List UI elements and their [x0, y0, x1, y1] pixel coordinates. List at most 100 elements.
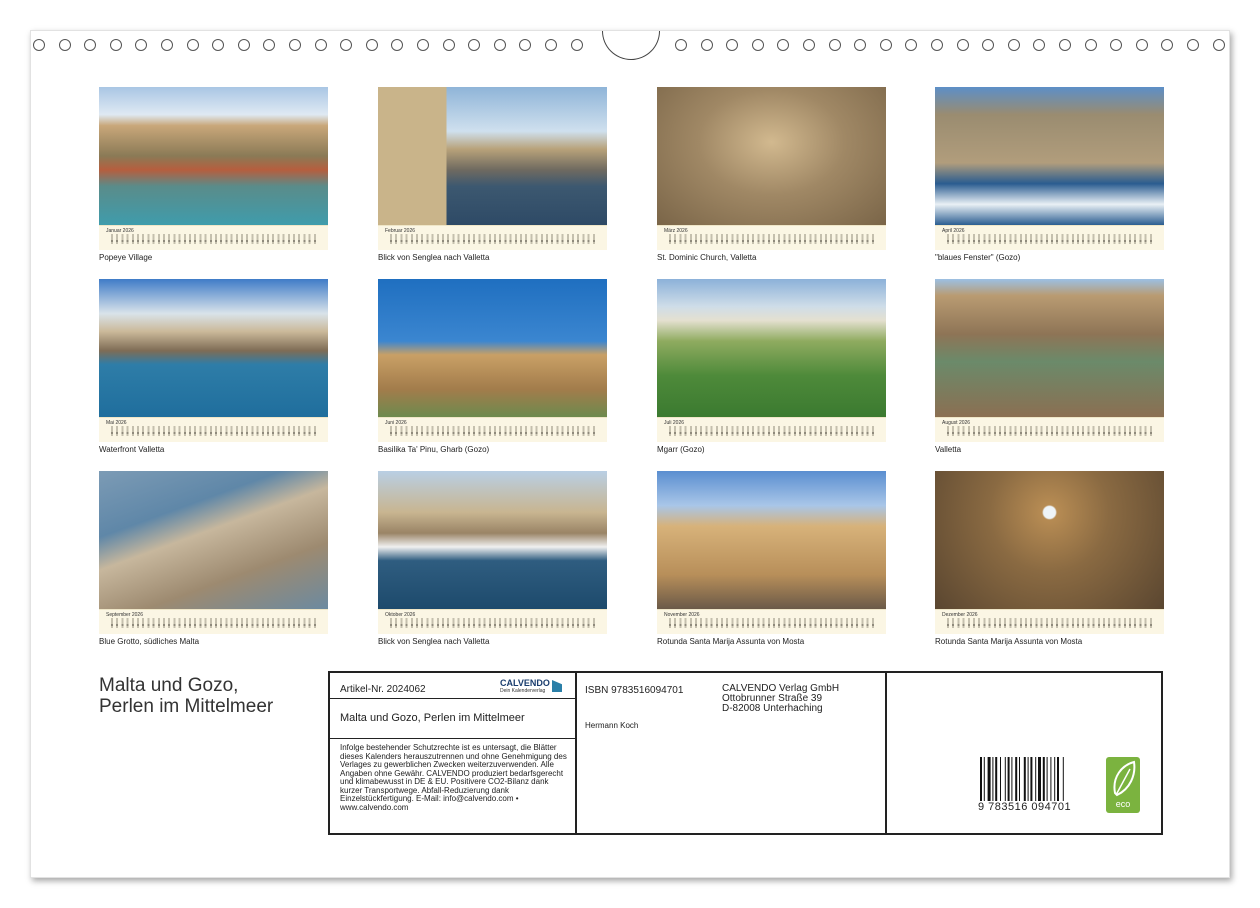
month-card: April 2026 "blaues Fenster" (Gozo) [935, 87, 1164, 262]
photo-caption: Blue Grotto, südliches Malta [99, 637, 200, 646]
weekday-row [669, 234, 876, 244]
binding-hole [58, 39, 71, 51]
binding-hole [1084, 39, 1097, 51]
barcode-bar [1050, 757, 1052, 801]
weekday-row [390, 618, 597, 628]
binding-hole [1110, 39, 1123, 51]
calendar-strip: November 2026 [657, 609, 886, 634]
binding-hole [777, 39, 790, 51]
photo-caption: Popeye Village [99, 253, 153, 262]
calendar-strip: Dezember 2026 [935, 609, 1164, 634]
binding-hole [700, 39, 713, 51]
barcode-bar [1004, 757, 1006, 801]
barcode-bar [1062, 757, 1064, 801]
brand-subtitle: Dein Kalenderverlag [500, 688, 546, 694]
photo-caption: "blaues Fenster" (Gozo) [935, 253, 1021, 262]
barcode-bar [987, 757, 991, 801]
binding-hole [545, 39, 557, 51]
day-row [111, 240, 318, 242]
binding-hole [340, 39, 353, 51]
day-row [390, 432, 597, 434]
month-photo [378, 471, 607, 609]
photo-caption: Mgarr (Gozo) [657, 445, 705, 454]
binding-hole [675, 39, 687, 51]
binding-hole [879, 39, 892, 51]
day-row [947, 240, 1154, 242]
day-row [947, 624, 1154, 626]
binding-hole [161, 39, 173, 51]
title-line-2: Perlen im Mittelmeer [99, 696, 274, 717]
photo-caption: Rotunda Santa Marija Assunta von Mosta [935, 637, 1083, 646]
binding-hole [468, 39, 481, 51]
month-card: Januar 2026 Popeye Village [99, 87, 328, 262]
calendar-strip: Januar 2026 [99, 225, 328, 250]
month-card: Dezember 2026 Rotunda Santa Marija Assunt… [935, 471, 1164, 646]
spiral-binding [31, 31, 1231, 60]
binding-hole [751, 39, 764, 51]
weekday-row [390, 234, 597, 244]
weekday-row [669, 426, 876, 436]
calendar-strip: März 2026 [657, 225, 886, 250]
binding-hole [442, 39, 455, 51]
month-card: Mai 2026 Waterfront Valletta [99, 279, 328, 454]
month-card: Juni 2026 Basilika Ta' Pinu, Gharb (Gozo) [378, 279, 607, 454]
barcode-bar [1038, 757, 1041, 801]
barcode-bar [1027, 757, 1029, 801]
month-card: Oktober 2026 Blick von Senglea nach Valle… [378, 471, 607, 646]
month-photo [935, 279, 1164, 417]
barcode-bar [1019, 757, 1020, 801]
binding-hole [519, 39, 532, 51]
calvendo-logo: CALVENDO Dein Kalenderverlag [500, 678, 562, 694]
month-photo [99, 279, 328, 417]
day-row [111, 624, 318, 626]
month-card: August 2026 Valletta [935, 279, 1164, 454]
month-photo [935, 87, 1164, 225]
binding-hole [1212, 39, 1225, 51]
product-title: Malta und Gozo, Perlen im Mittelmeer [340, 712, 525, 724]
day-row [669, 624, 876, 626]
day-row [390, 240, 597, 242]
day-row [947, 432, 1154, 434]
barcode-bar [1007, 757, 1010, 801]
month-card: November 2026 Rotunda Santa Marija Assunt… [657, 471, 886, 646]
month-photo [657, 87, 886, 225]
publisher-address: CALVENDO Verlag GmbH Ottobrunner Straße … [722, 684, 839, 714]
binding-hole [1187, 39, 1199, 51]
binding-hole [263, 39, 276, 51]
calendar-strip: Juli 2026 [657, 417, 886, 442]
calendar-strip: August 2026 [935, 417, 1164, 442]
month-photo [99, 87, 328, 225]
eco-label: eco [1115, 799, 1131, 809]
barcode-bar [1042, 757, 1045, 801]
day-row [669, 240, 876, 242]
legal-text: Infolge bestehender Schutzrechte ist es … [340, 743, 567, 812]
binding-hole [956, 39, 969, 51]
barcode-bar [1023, 757, 1026, 801]
binding-hole [1135, 39, 1148, 51]
article-number: Artikel-Nr. 2024062 [340, 684, 426, 695]
binding-hole [1059, 39, 1071, 51]
binding-hole [931, 39, 943, 51]
binding-hole [570, 39, 583, 51]
weekday-row [390, 426, 597, 436]
binding-hole [828, 39, 841, 51]
photo-caption: St. Dominic Church, Valletta [657, 253, 757, 262]
calendar-page: Januar 2026 Popeye Village Februar 2026 Bli… [30, 30, 1230, 878]
hanger-hook [602, 31, 660, 60]
binding-hole [212, 39, 225, 51]
barcode-bar [1046, 757, 1048, 801]
binding-hole [493, 39, 506, 51]
binding-hole [1007, 39, 1020, 51]
day-row [390, 624, 597, 626]
author: Hermann Koch [585, 721, 639, 730]
barcode-bar [995, 757, 998, 801]
month-card: Februar 2026 Blick von Senglea nach Valle… [378, 87, 607, 262]
calendar-strip: April 2026 [935, 225, 1164, 250]
barcode-bar [1057, 757, 1059, 801]
barcode-number: 9 783516 094701 [978, 801, 1072, 813]
weekday-row [669, 618, 876, 628]
month-card: September 2026 Blue Grotto, südliches Mal… [99, 471, 328, 646]
barcode-bar [1030, 757, 1033, 801]
binding-hole [726, 39, 739, 51]
weekday-row [111, 426, 318, 436]
